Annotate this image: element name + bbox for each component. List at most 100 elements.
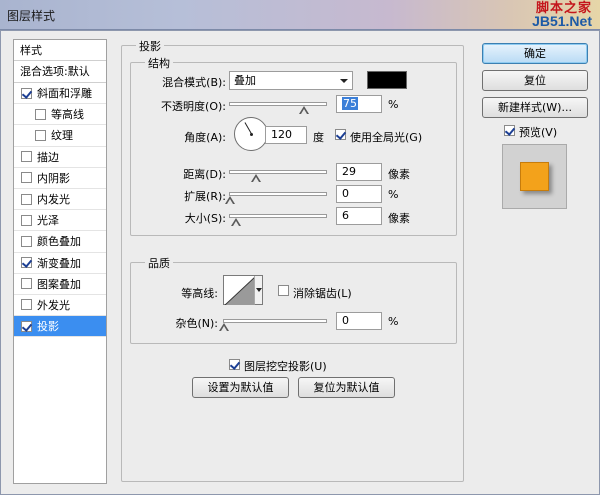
title-bar: 图层样式 脚本之家 JB51.Net: [0, 0, 600, 30]
style-item-label: 光泽: [37, 214, 59, 228]
size-unit: 像素: [388, 212, 410, 225]
style-item-checkbox[interactable]: [21, 214, 32, 226]
opacity-input[interactable]: 75: [336, 95, 382, 113]
structure-group: 结构 混合模式(B): 叠加 不透明度(O): 75 % 角度(A): 120 …: [130, 55, 457, 236]
style-item[interactable]: 颜色叠加: [14, 231, 106, 253]
distance-slider-thumb[interactable]: [251, 174, 261, 183]
watermark: 脚本之家 JB51.Net: [532, 2, 592, 28]
style-item-checkbox[interactable]: [21, 87, 32, 99]
chevron-down-icon[interactable]: [254, 276, 262, 304]
style-item-checkbox[interactable]: [21, 257, 32, 269]
blend-mode-value: 叠加: [234, 74, 256, 87]
style-list: 样式 混合选项:默认 斜面和浮雕等高线纹理描边内阴影内发光光泽颜色叠加渐变叠加图…: [13, 39, 107, 484]
knockout-checkbox[interactable]: [229, 359, 240, 370]
style-item-checkbox[interactable]: [35, 129, 46, 141]
size-label: 大小(S):: [184, 212, 226, 225]
global-light-label: 使用全局光(G): [350, 131, 423, 144]
noise-slider-thumb[interactable]: [219, 323, 229, 332]
new-style-button[interactable]: 新建样式(W)...: [482, 97, 588, 118]
quality-title: 品质: [145, 255, 173, 271]
spread-input[interactable]: 0: [336, 185, 382, 203]
spread-unit: %: [388, 188, 399, 201]
style-item[interactable]: 描边: [14, 147, 106, 168]
style-item[interactable]: 斜面和浮雕: [14, 83, 106, 105]
noise-label: 杂色(N):: [175, 317, 218, 330]
style-item[interactable]: 内发光: [14, 189, 106, 211]
noise-unit: %: [388, 315, 399, 328]
style-item[interactable]: 光泽: [14, 210, 106, 232]
style-item-checkbox[interactable]: [21, 172, 32, 184]
preview-checkbox[interactable]: [504, 125, 515, 136]
drop-shadow-group: 投影 结构 混合模式(B): 叠加 不透明度(O): 75 % 角度(A): 1…: [121, 38, 464, 482]
style-item-checkbox[interactable]: [21, 235, 32, 247]
style-item-label: 外发光: [37, 298, 70, 312]
distance-label: 距离(D):: [183, 168, 226, 181]
antialias-checkbox[interactable]: [278, 285, 289, 296]
opacity-label: 不透明度(O):: [161, 100, 226, 113]
style-item[interactable]: 投影: [14, 316, 106, 338]
style-item[interactable]: 图案叠加: [14, 274, 106, 295]
spread-label: 扩展(R):: [184, 190, 226, 203]
preview-label: 预览(V): [519, 126, 558, 139]
spread-slider-thumb[interactable]: [225, 196, 235, 205]
distance-unit: 像素: [388, 168, 410, 181]
style-item-checkbox[interactable]: [21, 278, 32, 290]
global-light-checkbox[interactable]: [335, 129, 346, 140]
size-slider[interactable]: [229, 214, 327, 218]
style-item-label: 等高线: [51, 108, 84, 122]
style-item-label: 投影: [37, 320, 59, 334]
angle-input[interactable]: 120: [265, 126, 307, 144]
ok-button[interactable]: 确定: [482, 43, 588, 64]
size-input[interactable]: 6: [336, 207, 382, 225]
style-item-checkbox[interactable]: [21, 320, 32, 332]
angle-label: 角度(A):: [184, 131, 226, 144]
structure-title: 结构: [145, 55, 173, 71]
style-item-label: 内发光: [37, 193, 70, 207]
angle-unit: 度: [313, 131, 324, 144]
style-item[interactable]: 等高线: [14, 104, 106, 126]
knockout-label: 图层挖空投影(U): [244, 360, 327, 373]
contour-curve-icon: [225, 277, 255, 305]
reset-default-button[interactable]: 复位为默认值: [298, 377, 395, 398]
angle-dial[interactable]: [234, 117, 268, 151]
opacity-slider-thumb[interactable]: [298, 106, 309, 115]
style-item-label: 纹理: [51, 129, 73, 143]
style-item-label: 颜色叠加: [37, 235, 81, 249]
antialias-label: 消除锯齿(L): [293, 287, 352, 300]
blend-mode-label: 混合模式(B):: [162, 76, 226, 89]
style-item[interactable]: 内阴影: [14, 168, 106, 189]
style-item-checkbox[interactable]: [21, 193, 32, 205]
distance-input[interactable]: 29: [336, 163, 382, 181]
style-item-checkbox[interactable]: [35, 108, 46, 120]
style-item-label: 斜面和浮雕: [37, 87, 92, 101]
style-item-label: 图案叠加: [37, 277, 81, 291]
watermark-line2: JB51.Net: [532, 13, 592, 29]
dialog-body: 样式 混合选项:默认 斜面和浮雕等高线纹理描边内阴影内发光光泽颜色叠加渐变叠加图…: [0, 30, 600, 495]
noise-slider[interactable]: [223, 319, 327, 323]
contour-picker[interactable]: [223, 275, 263, 305]
blend-options-item[interactable]: 混合选项:默认: [14, 61, 106, 83]
style-item-label: 内阴影: [37, 171, 70, 185]
size-slider-thumb[interactable]: [231, 218, 241, 227]
contour-label: 等高线:: [181, 287, 218, 300]
style-preview: [502, 144, 567, 209]
drop-shadow-title: 投影: [136, 38, 164, 54]
window-title: 图层样式: [7, 9, 56, 23]
opacity-slider[interactable]: [229, 102, 327, 106]
reset-button[interactable]: 复位: [482, 70, 588, 91]
style-list-header[interactable]: 样式: [14, 40, 106, 61]
noise-input[interactable]: 0: [336, 312, 382, 330]
opacity-unit: %: [388, 98, 399, 111]
spread-slider[interactable]: [229, 192, 327, 196]
style-item[interactable]: 纹理: [14, 125, 106, 147]
distance-slider[interactable]: [229, 170, 327, 174]
style-item-label: 渐变叠加: [37, 256, 81, 270]
blend-mode-select[interactable]: 叠加: [229, 71, 353, 90]
style-item-checkbox[interactable]: [21, 299, 32, 311]
style-item-checkbox[interactable]: [21, 151, 32, 163]
make-default-button[interactable]: 设置为默认值: [192, 377, 289, 398]
quality-group: 品质 等高线: 消除锯齿(L) 杂色(N): 0 %: [130, 255, 457, 344]
shadow-color-swatch[interactable]: [367, 71, 407, 89]
style-item[interactable]: 外发光: [14, 295, 106, 317]
style-item[interactable]: 渐变叠加: [14, 253, 106, 274]
